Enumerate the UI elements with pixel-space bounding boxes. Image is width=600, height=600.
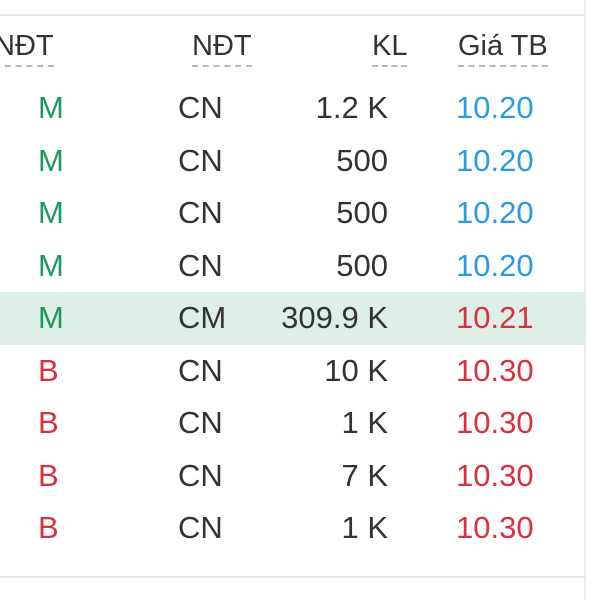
- table-row[interactable]: 0 B CN 1 K 10.30: [0, 397, 586, 450]
- row-side: B: [38, 352, 59, 388]
- row-price: 10.20: [456, 142, 534, 178]
- row-volume: 1 K: [341, 405, 388, 440]
- row-price: 10.30: [456, 510, 534, 545]
- row-price: 10.20: [456, 247, 534, 283]
- header-investor[interactable]: NĐT: [192, 30, 252, 67]
- row-price: 10.30: [456, 352, 534, 388]
- row-investor: CN: [178, 510, 223, 545]
- row-volume: 7 K: [341, 457, 388, 493]
- row-volume: 500: [336, 195, 388, 230]
- row-investor: CN: [178, 405, 223, 440]
- row-volume: 500: [336, 142, 388, 178]
- row-price: 10.20: [456, 195, 534, 230]
- trade-table-body: 0 M CN 1.2 K 10.20 8 M CN 500 10.20 7 M …: [0, 82, 586, 555]
- row-volume: 1.2 K: [315, 90, 388, 125]
- row-price: 10.21: [456, 300, 534, 335]
- table-row[interactable]: 8 M CN 500 10.20: [0, 135, 586, 188]
- top-divider: [0, 0, 584, 16]
- row-side: M: [38, 300, 64, 335]
- table-row[interactable]: 3 B CN 10 K 10.30: [0, 345, 586, 398]
- header-investor-left[interactable]: NĐT: [0, 30, 54, 67]
- row-volume: 309.9 K: [281, 300, 388, 335]
- row-investor: CN: [178, 195, 223, 230]
- row-investor: CN: [178, 247, 223, 283]
- row-price: 10.30: [456, 457, 534, 493]
- table-row[interactable]: 3 M CN 500 10.20: [0, 240, 586, 293]
- row-investor: CN: [178, 142, 223, 178]
- row-side: M: [38, 247, 64, 283]
- bottom-divider: [0, 576, 586, 578]
- scrollbar-track[interactable]: [584, 0, 600, 600]
- table-row[interactable]: 7 M CN 500 10.20: [0, 187, 586, 240]
- row-side: B: [38, 510, 59, 545]
- table-row[interactable]: 8 B CN 7 K 10.30: [0, 450, 586, 503]
- row-volume: 1 K: [341, 510, 388, 545]
- table-row[interactable]: 0 M CN 1.2 K 10.20: [0, 82, 586, 135]
- row-investor: CN: [178, 352, 223, 388]
- row-side: M: [38, 90, 64, 125]
- row-investor: CN: [178, 457, 223, 493]
- row-volume: 10 K: [324, 352, 388, 388]
- row-volume: 500: [336, 247, 388, 283]
- header-volume[interactable]: KL: [372, 30, 408, 67]
- row-side: B: [38, 405, 59, 440]
- row-investor: CM: [178, 300, 227, 335]
- row-side: M: [38, 195, 64, 230]
- trade-table-header: NĐT NĐT KL Giá TB: [0, 22, 586, 78]
- table-row-highlighted[interactable]: 1 M CM 309.9 K 10.21: [0, 292, 586, 345]
- table-row[interactable]: 0 B CN 1 K 10.30: [0, 502, 586, 555]
- row-investor: CN: [178, 90, 223, 125]
- row-side: B: [38, 457, 59, 493]
- header-avg-price[interactable]: Giá TB: [458, 30, 548, 67]
- row-price: 10.30: [456, 405, 534, 440]
- row-price: 10.20: [456, 90, 534, 125]
- row-side: M: [38, 142, 64, 178]
